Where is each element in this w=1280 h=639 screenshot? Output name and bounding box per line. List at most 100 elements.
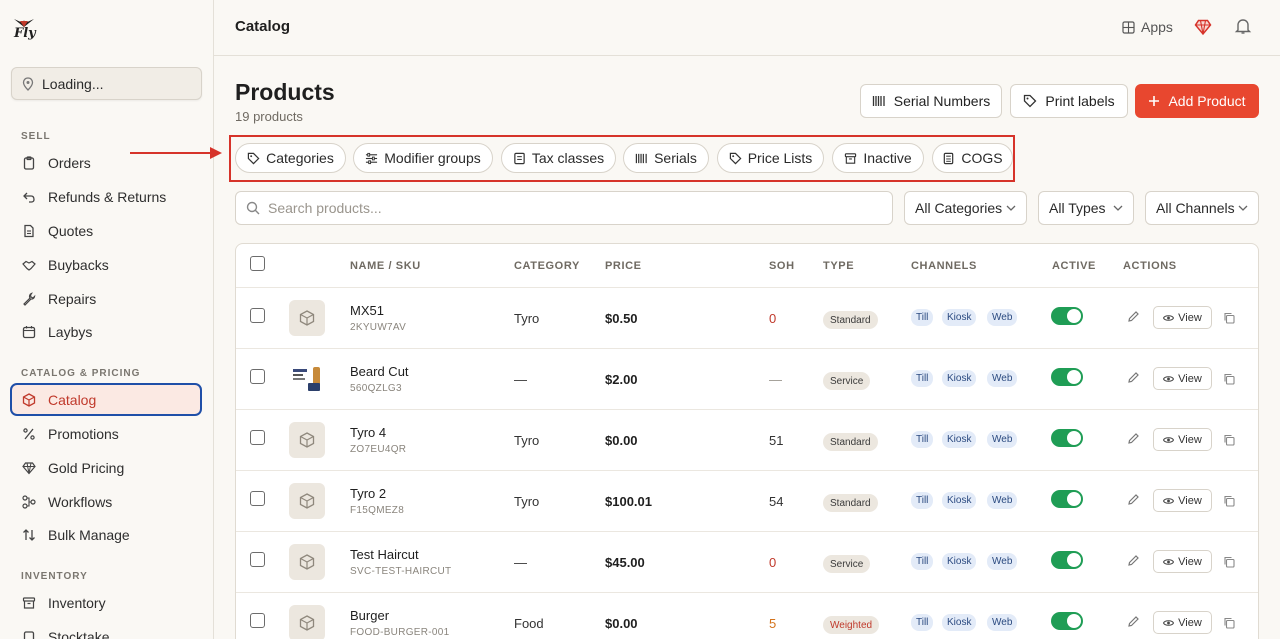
add-product-button[interactable]: Add Product: [1135, 84, 1259, 118]
tab-inactive[interactable]: Inactive: [832, 143, 924, 173]
sidebar-item-inventory[interactable]: Inventory: [10, 586, 202, 619]
edit-button[interactable]: [1127, 371, 1140, 389]
search-input[interactable]: [268, 200, 868, 216]
tab-tax-classes[interactable]: Tax classes: [501, 143, 616, 173]
view-button[interactable]: View: [1153, 611, 1212, 634]
view-button[interactable]: View: [1153, 489, 1212, 512]
eye-icon: [1163, 375, 1175, 382]
sidebar-item-quotes[interactable]: Quotes: [10, 214, 202, 247]
row-checkbox[interactable]: [250, 308, 265, 323]
table-row[interactable]: Tyro 4 ZO7EU4QR Tyro $0.00 51 Standard T…: [236, 409, 1258, 470]
active-toggle[interactable]: [1051, 307, 1083, 325]
sidebar-item-laybys[interactable]: Laybys: [10, 315, 202, 348]
active-toggle[interactable]: [1051, 490, 1083, 508]
table-row[interactable]: Beard Cut 560QZLG3 — $2.00 — Service Til…: [236, 348, 1258, 409]
product-thumbnail[interactable]: [289, 483, 325, 519]
table-row[interactable]: Burger FOOD-BURGER-001 Food $0.00 5 Weig…: [236, 592, 1258, 639]
edit-button[interactable]: [1127, 615, 1140, 633]
header-type[interactable]: TYPE: [823, 260, 854, 272]
view-button[interactable]: View: [1153, 367, 1212, 390]
channel-chip: Kiosk: [942, 370, 977, 387]
header-soh[interactable]: SOH: [769, 260, 795, 272]
clipboard-check-icon: [23, 630, 35, 639]
table-row[interactable]: MX51 2KYUW7AV Tyro $0.50 0 Standard Till…: [236, 287, 1258, 348]
duplicate-button[interactable]: [1223, 494, 1235, 512]
tab-categories[interactable]: Categories: [235, 143, 346, 173]
table-row[interactable]: Tyro 2 F15QMEZ8 Tyro $100.01 54 Standard…: [236, 470, 1258, 531]
duplicate-button[interactable]: [1223, 311, 1235, 329]
location-selector[interactable]: Loading...: [11, 67, 202, 100]
view-button[interactable]: View: [1153, 306, 1212, 329]
row-checkbox[interactable]: [250, 552, 265, 567]
chevron-down-icon: [1006, 205, 1016, 211]
active-toggle[interactable]: [1051, 612, 1083, 630]
tab-label: Inactive: [863, 150, 912, 166]
channel-chip: Kiosk: [942, 309, 977, 326]
row-checkbox[interactable]: [250, 430, 265, 445]
category-filter[interactable]: All Categories: [904, 191, 1027, 225]
sidebar-item-gold-pricing[interactable]: Gold Pricing: [10, 451, 202, 484]
product-name[interactable]: Tyro 2: [350, 486, 386, 501]
pencil-icon: [1128, 433, 1139, 444]
print-labels-button[interactable]: Print labels: [1010, 84, 1128, 118]
product-thumbnail[interactable]: [289, 300, 325, 336]
tab-label: COGS: [961, 150, 1003, 166]
tab-price-lists[interactable]: Price Lists: [717, 143, 824, 173]
duplicate-button[interactable]: [1223, 372, 1235, 390]
active-toggle[interactable]: [1051, 551, 1083, 569]
duplicate-button[interactable]: [1223, 433, 1235, 451]
sidebar-item-stocktake[interactable]: Stocktake: [10, 620, 202, 639]
view-button[interactable]: View: [1153, 428, 1212, 451]
sidebar-item-repairs[interactable]: Repairs: [10, 282, 202, 315]
header-price[interactable]: PRICE: [605, 260, 642, 272]
product-count: 19 products: [235, 109, 303, 124]
product-thumbnail[interactable]: [289, 422, 325, 458]
row-checkbox[interactable]: [250, 613, 265, 628]
product-thumbnail[interactable]: [289, 361, 325, 397]
gem-icon[interactable]: [1194, 18, 1212, 36]
header-name-sku[interactable]: NAME / SKU: [350, 260, 421, 272]
apps-button[interactable]: Apps: [1122, 19, 1173, 35]
product-thumbnail[interactable]: [289, 605, 325, 639]
sidebar-item-promotions[interactable]: Promotions: [10, 417, 202, 450]
sidebar-item-refunds[interactable]: Refunds & Returns: [10, 180, 202, 213]
bell-icon[interactable]: [1234, 17, 1252, 35]
channel-filter[interactable]: All Channels: [1145, 191, 1259, 225]
product-name[interactable]: Tyro 4: [350, 425, 386, 440]
sidebar-item-bulk-manage[interactable]: Bulk Manage: [10, 518, 202, 551]
view-label: View: [1178, 555, 1202, 568]
barcode-icon: [635, 153, 647, 163]
product-name[interactable]: Test Haircut: [350, 547, 419, 562]
header-category[interactable]: CATEGORY: [514, 260, 580, 272]
view-label: View: [1178, 494, 1202, 507]
row-checkbox[interactable]: [250, 491, 265, 506]
print-labels-label: Print labels: [1045, 93, 1115, 109]
duplicate-button[interactable]: [1223, 616, 1235, 634]
view-button[interactable]: View: [1153, 550, 1212, 573]
product-thumbnail[interactable]: [289, 544, 325, 580]
active-toggle[interactable]: [1051, 429, 1083, 447]
table-row[interactable]: Test Haircut SVC-TEST-HAIRCUT — $45.00 0…: [236, 531, 1258, 592]
serial-numbers-button[interactable]: Serial Numbers: [860, 84, 1002, 118]
tab-cogs[interactable]: COGS: [932, 143, 1013, 173]
edit-button[interactable]: [1127, 310, 1140, 328]
product-soh: 0: [769, 555, 777, 570]
row-checkbox[interactable]: [250, 369, 265, 384]
sidebar-item-buybacks[interactable]: Buybacks: [10, 248, 202, 281]
product-soh: 0: [769, 311, 777, 326]
edit-button[interactable]: [1127, 554, 1140, 572]
edit-button[interactable]: [1127, 432, 1140, 450]
type-filter[interactable]: All Types: [1038, 191, 1134, 225]
tab-modifier-groups[interactable]: Modifier groups: [353, 143, 493, 173]
product-name[interactable]: Beard Cut: [350, 364, 409, 379]
select-all-checkbox[interactable]: [250, 256, 265, 271]
active-toggle[interactable]: [1051, 368, 1083, 386]
product-name[interactable]: Burger: [350, 608, 389, 623]
edit-button[interactable]: [1127, 493, 1140, 511]
sidebar-item-workflows[interactable]: Workflows: [10, 485, 202, 518]
product-name[interactable]: MX51: [350, 303, 384, 318]
tab-serials[interactable]: Serials: [623, 143, 709, 173]
duplicate-button[interactable]: [1223, 555, 1235, 573]
sidebar-item-catalog[interactable]: Catalog: [10, 383, 202, 416]
channel-chip: Kiosk: [942, 431, 977, 448]
